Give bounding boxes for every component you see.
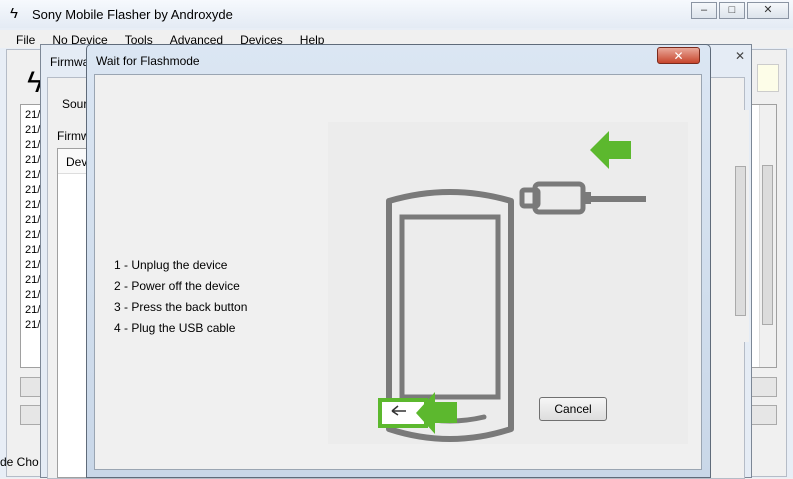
dialog-title: Wait for Flashmode [96, 54, 200, 68]
log-line: 21/ [25, 304, 41, 316]
step-plug-usb: 4 - Plug the USB cable [114, 321, 236, 335]
log-line: 21/ [25, 154, 41, 166]
instruction-steps: 1 - Unplug the device 2 - Power off the … [114, 255, 247, 339]
dialog-close-button[interactable]: ✕ [657, 47, 700, 64]
main-titlebar[interactable]: ϟ Sony Mobile Flasher by Androxyde – □ ✕ [0, 0, 793, 28]
log-line: 21/ [25, 244, 41, 256]
flashmode-dialog: Wait for Flashmode ✕ 1 - Unplug the devi… [86, 44, 711, 478]
step-press-back: 3 - Press the back button [114, 300, 248, 314]
usb-cable-icon [519, 181, 646, 215]
firmware-scrollbar-thumb[interactable] [735, 166, 746, 316]
mode-label: de Cho [0, 455, 39, 469]
log-line: 21/ [25, 274, 41, 286]
menu-file[interactable]: File [0, 30, 43, 48]
log-line: 21/ [25, 199, 41, 211]
log-line: 21/ [25, 229, 41, 241]
log-line: 21/ [25, 259, 41, 271]
firmware-close-button[interactable]: ✕ [735, 49, 745, 63]
firmware-window-title: Firmwa [50, 55, 90, 69]
log-line: 21/ [25, 184, 41, 196]
status-box [757, 64, 779, 92]
maximize-button[interactable]: □ [719, 2, 745, 19]
log-line: 21/ [25, 124, 41, 136]
flashmode-illustration [328, 122, 688, 444]
bolt-icon: ϟ [10, 5, 18, 22]
usb-arrow-icon [590, 131, 631, 169]
firmware-label: Firmw [57, 129, 90, 143]
log-line: 21/ [25, 109, 41, 121]
source-label: Sour [62, 97, 88, 111]
log-scrollbar-thumb[interactable] [762, 165, 773, 325]
log-line: 21/ [25, 319, 41, 331]
log-line: 21/ [25, 139, 41, 151]
log-line: 21/ [25, 214, 41, 226]
main-close-button[interactable]: ✕ [747, 2, 789, 19]
window-controls: – □ ✕ [689, 2, 789, 20]
minimize-button[interactable]: – [691, 2, 717, 19]
cancel-button[interactable]: Cancel [539, 397, 607, 421]
log-scrollbar[interactable] [759, 105, 776, 367]
firmware-scrollbar[interactable] [733, 110, 749, 342]
main-window-title: Sony Mobile Flasher by Androxyde [32, 7, 233, 22]
step-power-off: 2 - Power off the device [114, 279, 240, 293]
step-unplug: 1 - Unplug the device [114, 258, 228, 272]
log-line: 21/ [25, 289, 41, 301]
phone-usb-illustration [378, 131, 646, 442]
log-line: 21/ [25, 169, 41, 181]
dialog-client-area: 1 - Unplug the device 2 - Power off the … [94, 74, 702, 470]
